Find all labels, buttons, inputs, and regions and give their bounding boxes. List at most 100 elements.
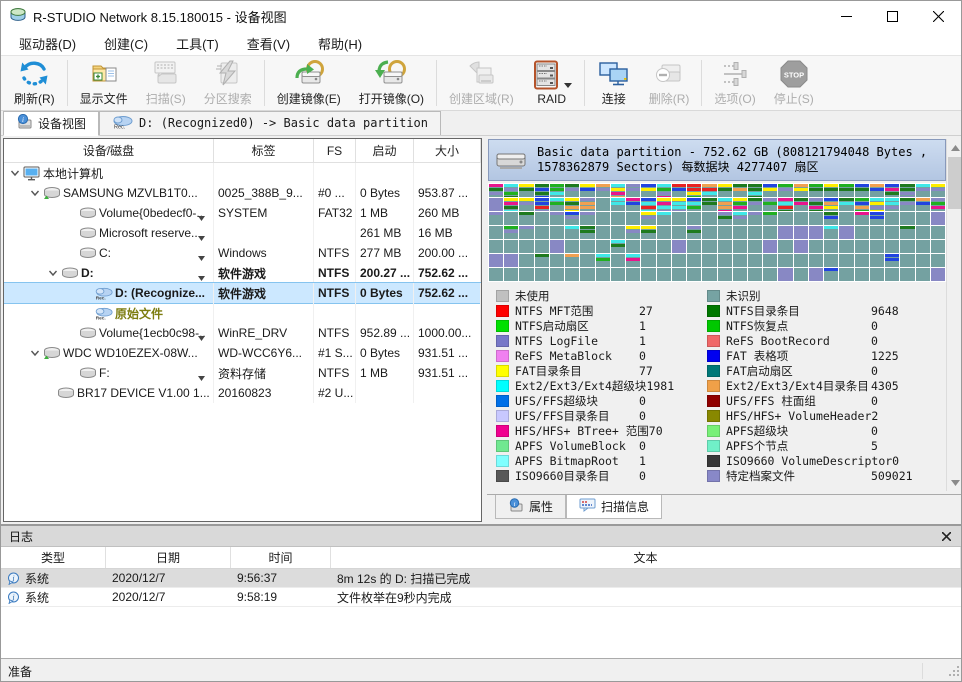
scan-block	[824, 184, 838, 197]
tree-cell-label: 20160823	[214, 383, 314, 403]
tree-row[interactable]: Rec.原始文件	[4, 303, 481, 323]
log-cell-type: i系统	[1, 569, 106, 587]
scan-block	[626, 184, 640, 197]
row-dropdown-icon[interactable]	[198, 330, 205, 343]
log-row[interactable]: i系统2020/12/79:58:19文件枚举在9秒内完成	[1, 588, 962, 607]
toolbar-button-connect[interactable]: 连接	[588, 56, 640, 110]
menu-item-tools[interactable]: 工具(T)	[162, 31, 233, 56]
scan-block	[733, 184, 747, 197]
maximize-button[interactable]	[869, 1, 915, 31]
tree-column-header[interactable]: 标签	[214, 139, 314, 162]
log-column-header[interactable]: 日期	[106, 547, 231, 568]
scan-block	[748, 198, 762, 211]
toolbar-button-create-image[interactable]: 创建镜像(E)	[268, 56, 350, 110]
legend-label: NTFS LogFile	[515, 334, 639, 348]
tree-column-header[interactable]: FS	[314, 139, 356, 162]
scroll-up-icon[interactable]	[947, 139, 962, 156]
close-button[interactable]	[915, 1, 961, 31]
scan-block	[718, 226, 732, 239]
expander-chevron-icon[interactable]	[28, 348, 42, 358]
tree-row[interactable]: Microsoft reserve..261 MB16 MB	[4, 223, 481, 243]
tree-row[interactable]: 本地计算机	[4, 163, 481, 183]
legend-item: APFS个节点5	[707, 438, 913, 453]
expander-chevron-icon[interactable]	[46, 268, 60, 278]
scan-block	[931, 254, 945, 267]
scan-block	[900, 198, 914, 211]
tree-row[interactable]: WDC WD10EZEX-08W...WD-WCC6Y6...#1 S...0 …	[4, 343, 481, 363]
open-image-icon	[375, 59, 407, 89]
toolbar-button-open-image[interactable]: 打开镜像(O)	[350, 56, 433, 110]
tab-recognized-partition[interactable]: Rec. D: (Recognized0) -> Basic data part…	[99, 111, 441, 135]
menu-item-create[interactable]: 创建(C)	[90, 31, 162, 56]
row-dropdown-icon[interactable]	[198, 370, 205, 383]
legend-swatch	[707, 320, 720, 332]
minimize-button[interactable]	[823, 1, 869, 31]
scan-panel-scrollbar[interactable]	[946, 139, 962, 491]
scan-block	[657, 184, 671, 197]
scan-block	[748, 184, 762, 197]
menu-item-help[interactable]: 帮助(H)	[304, 31, 376, 56]
tree-cell-fs: #2 U...	[314, 383, 356, 403]
scan-block	[916, 254, 930, 267]
tree-row[interactable]: Volume{1ecb0c98-..WinRE_DRVNTFS952.89 ..…	[4, 323, 481, 343]
tree-row[interactable]: D:软件游戏NTFS200.27 ...752.62 ...	[4, 263, 481, 283]
log-cell-text: 8m 12s 的 D: 扫描已完成	[331, 569, 961, 587]
tree-column-header[interactable]: 大小	[414, 139, 481, 162]
scan-block	[611, 184, 625, 197]
scan-block	[763, 254, 777, 267]
tree-row[interactable]: Rec.D: (Recognize...软件游戏NTFS0 Bytes752.6…	[4, 283, 481, 303]
row-dropdown-icon[interactable]	[198, 230, 205, 243]
scan-block	[839, 212, 853, 225]
tree-row[interactable]: BR17 DEVICE V1.00 1....20160823#2 U...	[4, 383, 481, 403]
log-column-header[interactable]: 时间	[231, 547, 331, 568]
scan-block	[550, 184, 564, 197]
row-dropdown-icon[interactable]	[198, 270, 205, 283]
scan-block	[626, 226, 640, 239]
scan-block	[489, 254, 503, 267]
tree-cell-label	[214, 303, 314, 323]
legend-count: 70	[649, 424, 663, 438]
menu-item-view[interactable]: 查看(V)	[233, 31, 304, 56]
expander-chevron-icon[interactable]	[28, 188, 42, 198]
resize-grip[interactable]	[948, 665, 961, 681]
tree-cell-boot	[356, 163, 414, 183]
tree-row[interactable]: SAMSUNG MZVLB1T0...0025_388B_9...#0 ...0…	[4, 183, 481, 203]
tree-row[interactable]: F:资料存储NTFS1 MB931.51 ...	[4, 363, 481, 383]
scan-block	[763, 240, 777, 253]
tree-row[interactable]: C:WindowsNTFS277 MB200.00 ...	[4, 243, 481, 263]
scan-block	[565, 198, 579, 211]
log-column-header[interactable]: 文本	[331, 547, 961, 568]
menu-item-drive[interactable]: 驱动器(D)	[5, 31, 90, 56]
scan-block	[504, 212, 518, 225]
tree-column-header[interactable]: 设备/磁盘	[4, 139, 214, 162]
tree-row[interactable]: Volume{0bedecf0-..SYSTEMFAT321 MB260 MB	[4, 203, 481, 223]
scan-block	[778, 184, 792, 197]
toolbar-button-raid[interactable]: RAID	[523, 56, 581, 110]
legend-label: HFS/HFS+ VolumeHeader	[726, 409, 871, 423]
legend-swatch	[707, 410, 720, 422]
raid-dropdown-icon[interactable]	[564, 77, 572, 91]
tab-device-view[interactable]: i 设备视图	[3, 111, 99, 136]
scan-block	[626, 268, 640, 281]
row-dropdown-icon[interactable]	[198, 210, 205, 223]
row-dropdown-icon[interactable]	[198, 250, 205, 263]
tab-scan-information[interactable]: 扫描信息	[566, 495, 662, 519]
tree-cell-size: 953.87 ...	[414, 183, 481, 203]
log-close-icon[interactable]	[937, 528, 955, 544]
tree-column-header[interactable]: 启动	[356, 139, 414, 162]
scan-block	[885, 226, 899, 239]
expander-chevron-icon[interactable]	[8, 168, 22, 178]
tab-properties[interactable]: i 属性	[495, 495, 566, 519]
scrollbar-thumb[interactable]	[948, 157, 962, 209]
legend-count: 1	[639, 454, 646, 468]
scan-info-panel: Basic data partition - 752.62 GB (808121…	[487, 136, 962, 494]
legend-item: UFS/FFS目录条目0	[496, 408, 674, 423]
toolbar-button-refresh[interactable]: 刷新(R)	[5, 56, 64, 110]
scan-block-map[interactable]	[488, 183, 946, 282]
scan-block	[565, 184, 579, 197]
scan-block	[489, 226, 503, 239]
log-row[interactable]: i系统2020/12/79:56:378m 12s 的 D: 扫描已完成	[1, 569, 962, 588]
toolbar-button-show-files[interactable]: 显示文件	[71, 56, 137, 110]
scroll-down-icon[interactable]	[947, 474, 962, 491]
log-column-header[interactable]: 类型	[1, 547, 106, 568]
